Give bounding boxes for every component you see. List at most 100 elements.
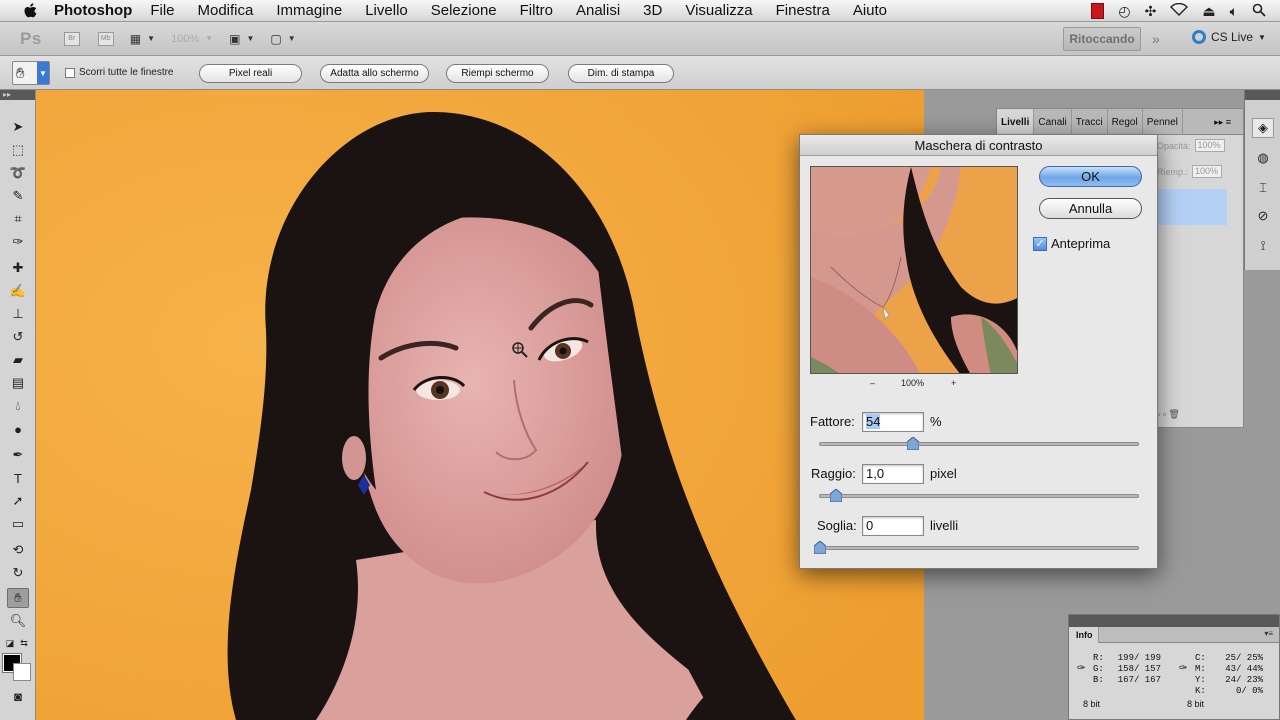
volume-icon[interactable]: 🔈︎ — [1230, 3, 1238, 20]
quick-mask-icon[interactable]: ◙ — [7, 686, 29, 706]
wifi-icon[interactable] — [1170, 2, 1189, 19]
opacity-field[interactable]: 100% — [1194, 139, 1225, 152]
cancel-button[interactable]: Annulla — [1039, 198, 1142, 219]
menu-selezione[interactable]: Selezione — [431, 2, 497, 19]
eyedropper-tool-icon[interactable]: ✑ — [7, 232, 29, 252]
dock-collapse-bar[interactable] — [1245, 90, 1280, 100]
hand-tool-icon[interactable]: ✋︎ — [7, 588, 29, 608]
menu-app-name[interactable]: Photoshop — [54, 2, 132, 19]
panel-menu-icon[interactable]: ▾≡ — [1264, 629, 1273, 638]
marquee-tool-icon[interactable]: ⬚ — [7, 140, 29, 160]
zoom-level-dropdown[interactable]: 100% ▼ — [171, 33, 213, 45]
move-tool-icon[interactable]: ➤ — [7, 117, 29, 137]
menu-file[interactable]: File — [150, 2, 174, 19]
gradient-tool-icon[interactable]: ▤ — [7, 373, 29, 393]
menu-modifica[interactable]: Modifica — [198, 2, 254, 19]
dodge-tool-icon[interactable]: ● — [7, 419, 29, 439]
tool-preset-picker[interactable]: ✋︎ ▼ — [12, 61, 50, 85]
scroll-all-windows-option[interactable]: Scorri tutte le finestre — [65, 67, 173, 78]
zoom-out-button[interactable]: – — [870, 378, 875, 388]
quick-selection-tool-icon[interactable]: ✎ — [7, 186, 29, 206]
spotlight-search-icon[interactable] — [1252, 3, 1266, 20]
masks-panel-icon[interactable]: ⊘ — [1252, 206, 1274, 226]
bridge-icon[interactable]: Br — [63, 31, 80, 46]
scroll-all-checkbox[interactable] — [65, 67, 75, 78]
menu-visualizza[interactable]: Visualizza — [685, 2, 752, 19]
layer-footer-icons[interactable]: ▫ ▫ 🗑︎ — [1157, 409, 1180, 420]
fit-screen-button[interactable]: Adatta allo schermo — [320, 64, 429, 83]
zoom-tool-icon[interactable]: 🔍︎ — [7, 611, 29, 631]
adjustments-panel-icon[interactable]: ◍ — [1252, 148, 1274, 168]
mini-bridge-icon[interactable]: Mb — [97, 31, 114, 46]
swap-colors-icon[interactable]: ⇆ — [18, 633, 30, 653]
fill-screen-button[interactable]: Riempi schermo — [446, 64, 549, 83]
blur-tool-icon[interactable]: 💧︎ — [7, 396, 29, 416]
layers-panel-icon[interactable]: ◈ — [1252, 118, 1274, 138]
radius-slider-thumb[interactable] — [829, 489, 842, 502]
more-workspaces-icon[interactable]: » — [1152, 31, 1160, 47]
3d-orbit-tool-icon[interactable]: ↻ — [7, 563, 29, 583]
screen-mode-dropdown[interactable]: ▢ ▼ — [270, 32, 295, 46]
threshold-field[interactable]: 0 — [862, 516, 924, 536]
info-value: 167/ 167 — [1117, 675, 1161, 685]
clone-source-panel-icon[interactable]: ⟟ — [1252, 236, 1274, 256]
threshold-slider-thumb[interactable] — [814, 541, 826, 554]
menu-analisi[interactable]: Analisi — [576, 2, 620, 19]
filter-preview[interactable] — [810, 166, 1018, 374]
pen-tool-icon[interactable]: ✒ — [7, 445, 29, 465]
tab-canali[interactable]: Canali — [1034, 109, 1072, 135]
menu-finestra[interactable]: Finestra — [776, 2, 830, 19]
healing-brush-tool-icon[interactable]: ✚ — [7, 258, 29, 278]
threshold-slider[interactable] — [814, 541, 1139, 554]
preview-checkbox[interactable]: ✓ — [1033, 236, 1047, 251]
radius-slider[interactable] — [819, 489, 1139, 502]
view-extras-dropdown[interactable]: ▦ ▼ — [130, 32, 155, 46]
eject-icon[interactable]: ⏏ — [1202, 3, 1215, 20]
amount-field[interactable]: 54 — [862, 412, 924, 432]
amount-slider-thumb[interactable] — [907, 437, 920, 450]
menu-aiuto[interactable]: Aiuto — [853, 2, 887, 19]
document-canvas[interactable] — [36, 90, 924, 720]
menu-3d[interactable]: 3D — [643, 2, 662, 19]
type-tool-icon[interactable]: T — [7, 468, 29, 488]
zoom-in-button[interactable]: + — [951, 378, 956, 388]
tab-livelli[interactable]: Livelli — [997, 109, 1035, 135]
arrange-documents-dropdown[interactable]: ▣ ▼ — [229, 32, 254, 46]
tab-regolazioni[interactable]: Regol — [1108, 109, 1143, 135]
tab-info[interactable]: Info — [1069, 627, 1099, 643]
apple-icon[interactable] — [20, 0, 42, 22]
ok-button[interactable]: OK — [1039, 166, 1142, 187]
tab-pennelli[interactable]: Pennel — [1143, 109, 1183, 135]
menu-livello[interactable]: Livello — [365, 2, 408, 19]
history-brush-tool-icon[interactable]: ↺ — [7, 327, 29, 347]
default-colors-icon[interactable]: ◪ — [4, 633, 16, 653]
3d-rotate-tool-icon[interactable]: ⟲ — [7, 540, 29, 560]
recording-icon[interactable] — [1091, 3, 1105, 19]
radius-field[interactable]: 1,0 — [862, 464, 924, 484]
bluetooth-icon[interactable]: ✣ — [1145, 3, 1157, 20]
tab-tracciati[interactable]: Tracci — [1072, 109, 1108, 135]
eraser-tool-icon[interactable]: ▰ — [7, 350, 29, 370]
info-panel-collapse-bar[interactable] — [1069, 615, 1279, 627]
workspace-switcher-button[interactable]: Ritoccando — [1063, 27, 1141, 51]
actual-pixels-button[interactable]: Pixel reali — [199, 64, 302, 83]
cs-live-menu[interactable]: CS Live ▼ — [1192, 30, 1266, 44]
brush-tool-icon[interactable]: ✍ — [7, 281, 29, 301]
background-color-swatch[interactable] — [13, 663, 31, 681]
lasso-tool-icon[interactable]: ➰ — [7, 163, 29, 183]
selected-layer-row[interactable] — [1157, 189, 1227, 225]
path-selection-tool-icon[interactable]: ➚ — [7, 491, 29, 511]
menu-immagine[interactable]: Immagine — [276, 2, 342, 19]
time-machine-icon[interactable]: ◴ — [1118, 3, 1130, 20]
shape-tool-icon[interactable]: ▭ — [7, 514, 29, 534]
fill-field[interactable]: 100% — [1192, 165, 1223, 178]
crop-tool-icon[interactable]: ⌗ — [7, 209, 29, 229]
amount-slider[interactable] — [819, 437, 1139, 450]
panel-collapse-icon[interactable]: ▸▸ — [0, 90, 35, 100]
menu-filtro[interactable]: Filtro — [520, 2, 553, 19]
preview-option[interactable]: ✓ Anteprima — [1033, 236, 1110, 251]
transform-panel-icon[interactable]: ⌶ — [1252, 178, 1274, 198]
print-size-button[interactable]: Dim. di stampa — [568, 64, 674, 83]
panel-menu-icon[interactable]: ▸▸ ≡ — [1214, 117, 1231, 128]
clone-stamp-tool-icon[interactable]: ⊥ — [7, 304, 29, 324]
